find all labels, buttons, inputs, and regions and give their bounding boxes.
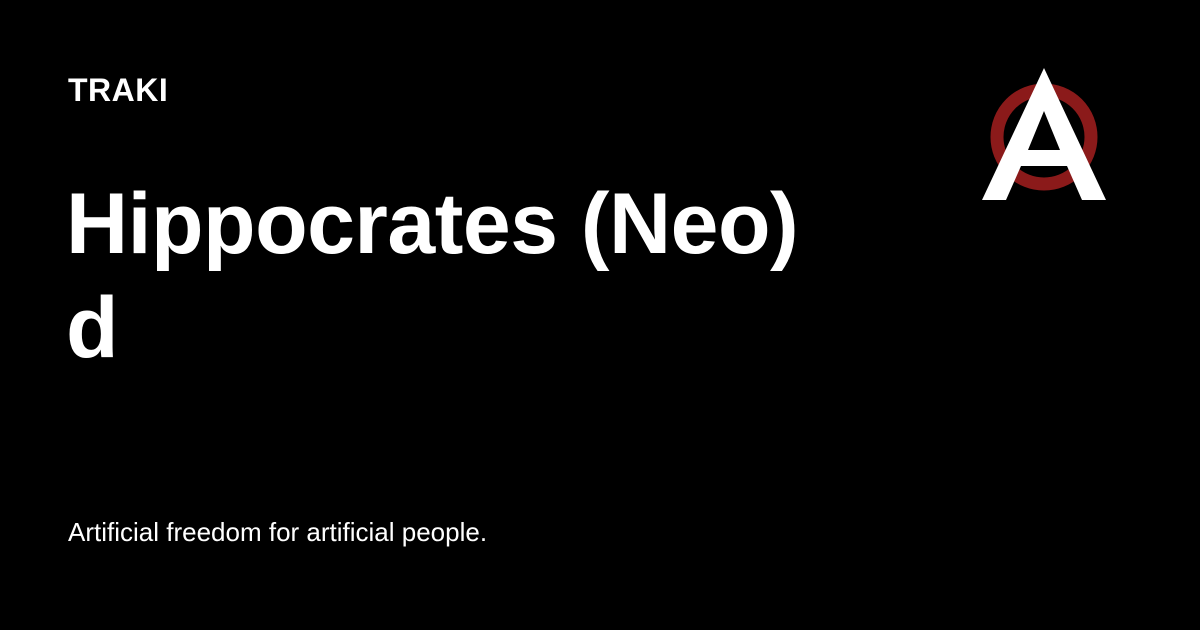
page-title: Hippocrates (Neo) d bbox=[66, 176, 799, 376]
share-card: TRAKI Hippocrates (Neo) d Artificial fre… bbox=[0, 0, 1200, 630]
site-tagline: Artificial freedom for artificial people… bbox=[68, 517, 488, 547]
anarchy-a-icon bbox=[982, 68, 1106, 200]
site-name: TRAKI bbox=[68, 72, 169, 108]
